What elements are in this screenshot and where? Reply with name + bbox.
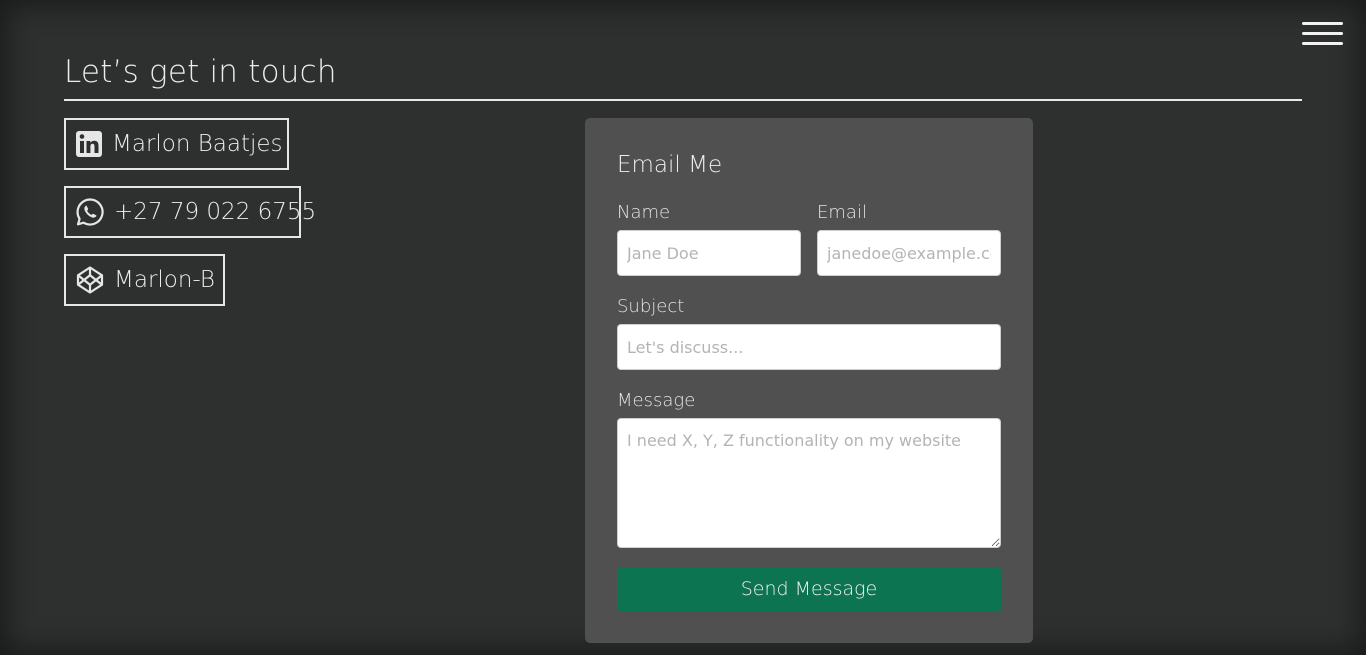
linkedin-label: Marlon Baatjes (112, 131, 283, 157)
email-form: Email Me Name Email Subject Message Send… (585, 118, 1033, 643)
whatsapp-link[interactable]: +27 79 022 6755 (64, 186, 316, 238)
codepen-label: Marlon-B (114, 267, 215, 293)
codepen-link[interactable]: Marlon-B (64, 254, 225, 306)
message-label: Message (617, 390, 696, 411)
hamburger-menu-icon[interactable] (1302, 22, 1344, 48)
page-title: Let’s get in touch (64, 54, 337, 90)
codepen-icon (75, 264, 105, 296)
linkedin-link[interactable]: Marlon Baatjes (64, 118, 289, 170)
linkedin-icon (75, 128, 103, 160)
whatsapp-icon (75, 196, 105, 228)
form-heading: Email Me (617, 152, 723, 178)
subject-input[interactable] (617, 324, 1001, 370)
name-label: Name (617, 202, 671, 223)
send-message-button[interactable]: Send Message (617, 567, 1001, 611)
name-input[interactable] (617, 230, 801, 276)
subject-label: Subject (617, 296, 685, 317)
whatsapp-label: +27 79 022 6755 (114, 199, 317, 225)
title-divider (64, 99, 1302, 101)
message-textarea[interactable] (617, 418, 1001, 548)
email-input[interactable] (817, 230, 1001, 276)
email-label: Email (817, 202, 867, 223)
